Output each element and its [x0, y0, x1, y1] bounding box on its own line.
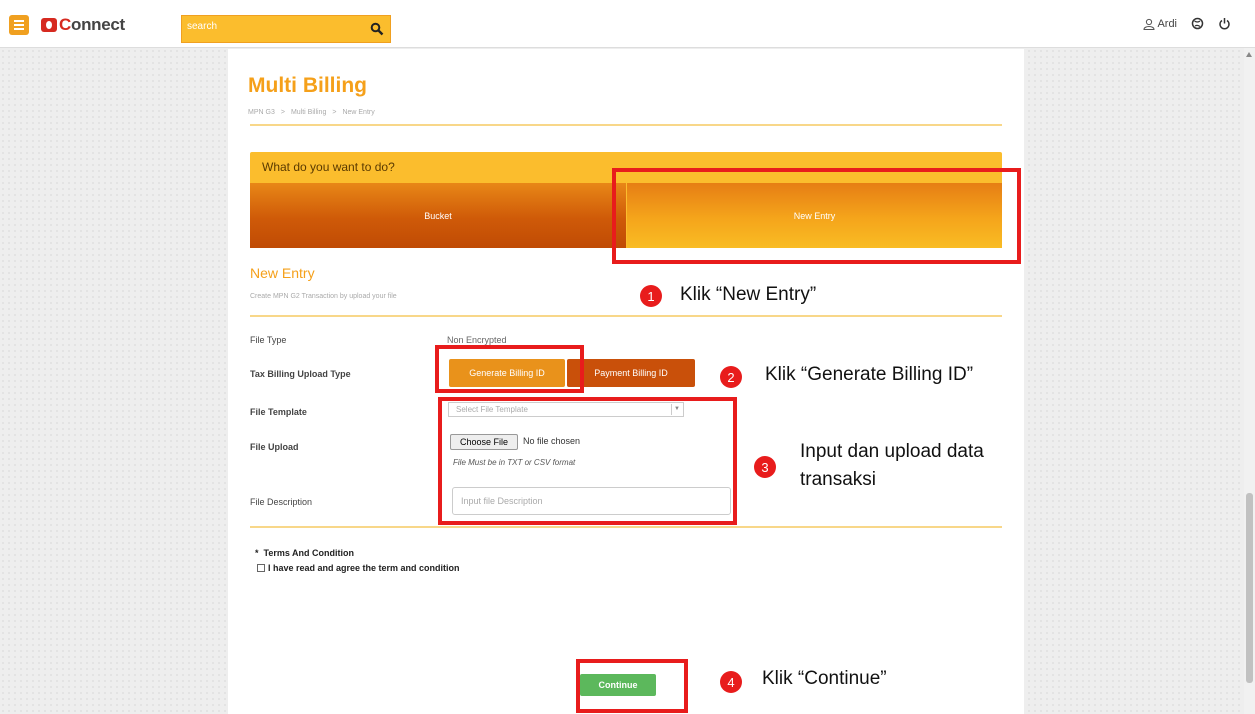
step-badge: 4	[720, 671, 742, 693]
search-icon[interactable]	[370, 22, 384, 36]
user-icon	[1143, 18, 1155, 30]
file-template-label: File Template	[250, 407, 307, 417]
step-1-callout: Klik “New Entry”	[680, 284, 817, 305]
step-2-callout: Klik “Generate Billing ID”	[765, 364, 974, 385]
divider	[250, 526, 1002, 528]
file-upload-label: File Upload	[250, 442, 299, 452]
logo-mark-icon	[41, 18, 57, 32]
scroll-thumb[interactable]	[1246, 493, 1253, 683]
brand-name: Connect	[59, 15, 125, 34]
search-input[interactable]: search	[187, 21, 217, 32]
power-icon[interactable]	[1218, 17, 1231, 30]
search-box[interactable]: search	[181, 15, 391, 43]
terms-checkbox[interactable]	[257, 564, 265, 572]
page-title: Multi Billing	[248, 74, 367, 97]
step-badge: 2	[720, 366, 742, 388]
tax-billing-upload-type-label: Tax Billing Upload Type	[250, 369, 351, 379]
action-choice-panel: What do you want to do? Bucket New Entry	[250, 152, 1002, 248]
breadcrumb-separator: >	[332, 109, 337, 116]
breadcrumb-item[interactable]: Multi Billing	[291, 109, 326, 116]
no-file-status: No file chosen	[523, 436, 581, 446]
file-type-label: File Type	[250, 335, 287, 345]
user-name: Ardi	[1157, 17, 1177, 30]
continue-button[interactable]: Continue	[580, 674, 656, 696]
divider	[250, 315, 1002, 317]
step-badge: 1	[640, 285, 662, 307]
section-subtitle: Create MPN G2 Transaction by upload your…	[250, 293, 397, 300]
file-description-input[interactable]: Input file Description	[452, 487, 731, 515]
globe-icon[interactable]	[1191, 17, 1204, 30]
question-text: What do you want to do?	[262, 160, 395, 174]
scroll-up-icon[interactable]	[1246, 52, 1252, 57]
breadcrumb-item[interactable]: MPN G3	[248, 109, 275, 116]
menu-icon[interactable]	[9, 15, 29, 35]
file-format-hint: File Must be in TXT or CSV format	[453, 458, 576, 467]
terms-agree-row[interactable]: I have read and agree the term and condi…	[257, 563, 460, 573]
step-badge: 3	[754, 456, 776, 478]
terms-agree-label: I have read and agree the term and condi…	[268, 563, 460, 573]
payment-billing-id-button[interactable]: Payment Billing ID	[567, 359, 695, 387]
chevron-down-icon[interactable]: ▼	[671, 404, 682, 415]
breadcrumb-separator: >	[280, 109, 285, 116]
bucket-option-button[interactable]: Bucket	[250, 183, 626, 248]
file-template-select[interactable]: Select File Template ▼	[448, 402, 684, 417]
breadcrumb-item: New Entry	[342, 109, 375, 116]
divider	[250, 124, 1002, 126]
file-type-value: Non Encrypted	[447, 335, 507, 345]
step-3-callout: Input dan upload data transaksi	[800, 441, 984, 490]
top-bar: Connect search Ardi	[0, 0, 1255, 48]
top-right-tools: Ardi	[1143, 17, 1231, 30]
step-4-callout: Klik “Continue”	[762, 668, 887, 689]
user-menu[interactable]: Ardi	[1143, 18, 1177, 30]
choose-file-button[interactable]: Choose File	[450, 434, 518, 450]
file-template-placeholder: Select File Template	[456, 405, 528, 414]
section-title: New Entry	[250, 265, 315, 281]
brand-logo[interactable]: Connect	[41, 14, 125, 36]
generate-billing-id-button[interactable]: Generate Billing ID	[449, 359, 565, 387]
breadcrumb: MPN G3 > Multi Billing > New Entry	[248, 109, 375, 116]
page-scrollbar[interactable]	[1244, 48, 1255, 714]
file-description-label: File Description	[250, 497, 313, 507]
new-entry-option-button[interactable]: New Entry	[627, 183, 1002, 248]
terms-title: * Terms And Condition	[255, 548, 355, 558]
